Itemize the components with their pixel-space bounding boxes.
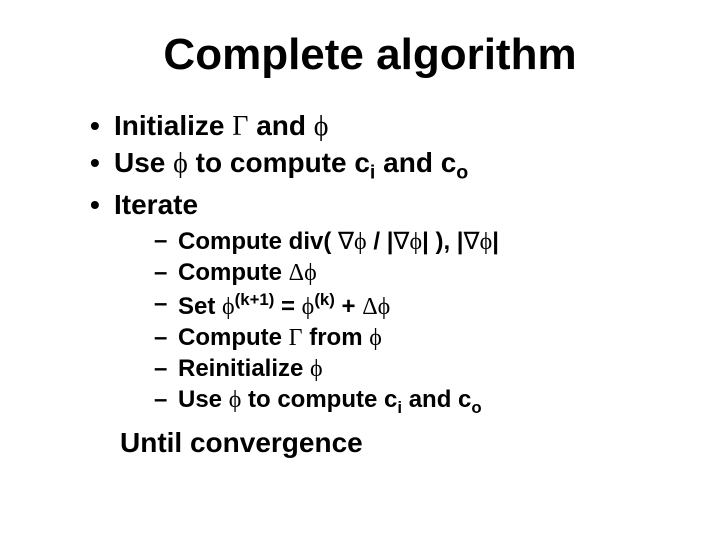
math-symbol: ∇ϕ bbox=[464, 229, 493, 255]
subscript-o: o bbox=[456, 162, 468, 184]
text: + bbox=[335, 293, 362, 320]
math-symbol: Δϕ bbox=[289, 260, 317, 286]
sub-bullet-0: Compute div( ∇ϕ / |∇ϕ| ), |∇ϕ| bbox=[154, 227, 680, 256]
math-symbol: Γ bbox=[289, 325, 303, 351]
superscript: (k+1) bbox=[235, 290, 275, 309]
bullet-initialize: Initialize Γ and ϕ bbox=[90, 110, 680, 143]
text: to compute c bbox=[241, 386, 397, 413]
phi-symbol: ϕ bbox=[173, 148, 188, 179]
text: and c bbox=[375, 147, 456, 178]
text: Initialize bbox=[114, 110, 232, 141]
text: Iterate bbox=[114, 189, 198, 220]
slide-title: Complete algorithm bbox=[60, 30, 680, 80]
text: | bbox=[492, 228, 499, 255]
bullet-iterate: Iterate Compute div( ∇ϕ / |∇ϕ| ), |∇ϕ|Co… bbox=[90, 189, 680, 418]
sub-bullet-5: Use ϕ to compute ci and co bbox=[154, 386, 680, 418]
bullet-use-phi: Use ϕ to compute ci and co bbox=[90, 147, 680, 185]
math-symbol: ϕ bbox=[229, 387, 242, 413]
math-symbol: ∇ϕ bbox=[338, 229, 367, 255]
subscript: o bbox=[471, 397, 481, 416]
sub-list: Compute div( ∇ϕ / |∇ϕ| ), |∇ϕ|Compute Δϕ… bbox=[114, 227, 680, 418]
text: Use bbox=[178, 386, 229, 413]
until-convergence: Until convergence bbox=[120, 427, 680, 459]
math-symbol: ϕ bbox=[302, 294, 315, 320]
sub-bullet-2: Set ϕ(k+1) = ϕ(k) + Δϕ bbox=[154, 290, 680, 321]
text: = bbox=[274, 293, 301, 320]
slide: Complete algorithm Initialize Γ and ϕ Us… bbox=[0, 0, 720, 540]
text: / | bbox=[367, 228, 394, 255]
sub-bullet-4: Reinitialize ϕ bbox=[154, 355, 680, 383]
math-symbol: ϕ bbox=[369, 325, 382, 351]
text: from bbox=[303, 324, 370, 351]
text: Set bbox=[178, 293, 222, 320]
text: and bbox=[248, 110, 313, 141]
sub-bullet-1: Compute Δϕ bbox=[154, 259, 680, 287]
sub-bullet-3: Compute Γ from ϕ bbox=[154, 324, 680, 352]
text: Compute bbox=[178, 324, 289, 351]
text: | ), | bbox=[422, 228, 463, 255]
text: Compute div( bbox=[178, 228, 338, 255]
text: Reinitialize bbox=[178, 355, 310, 382]
text: Compute bbox=[178, 259, 289, 286]
text: to compute c bbox=[188, 147, 370, 178]
math-symbol: ∇ϕ bbox=[393, 229, 422, 255]
math-symbol: Δϕ bbox=[362, 294, 390, 320]
math-symbol: ϕ bbox=[222, 294, 235, 320]
main-list: Initialize Γ and ϕ Use ϕ to compute ci a… bbox=[60, 110, 680, 417]
superscript: (k) bbox=[314, 290, 335, 309]
text: Use bbox=[114, 147, 173, 178]
math-symbol: ϕ bbox=[310, 356, 323, 382]
phi-symbol: ϕ bbox=[314, 111, 329, 142]
gamma-symbol: Γ bbox=[232, 111, 248, 142]
text: and c bbox=[402, 386, 471, 413]
